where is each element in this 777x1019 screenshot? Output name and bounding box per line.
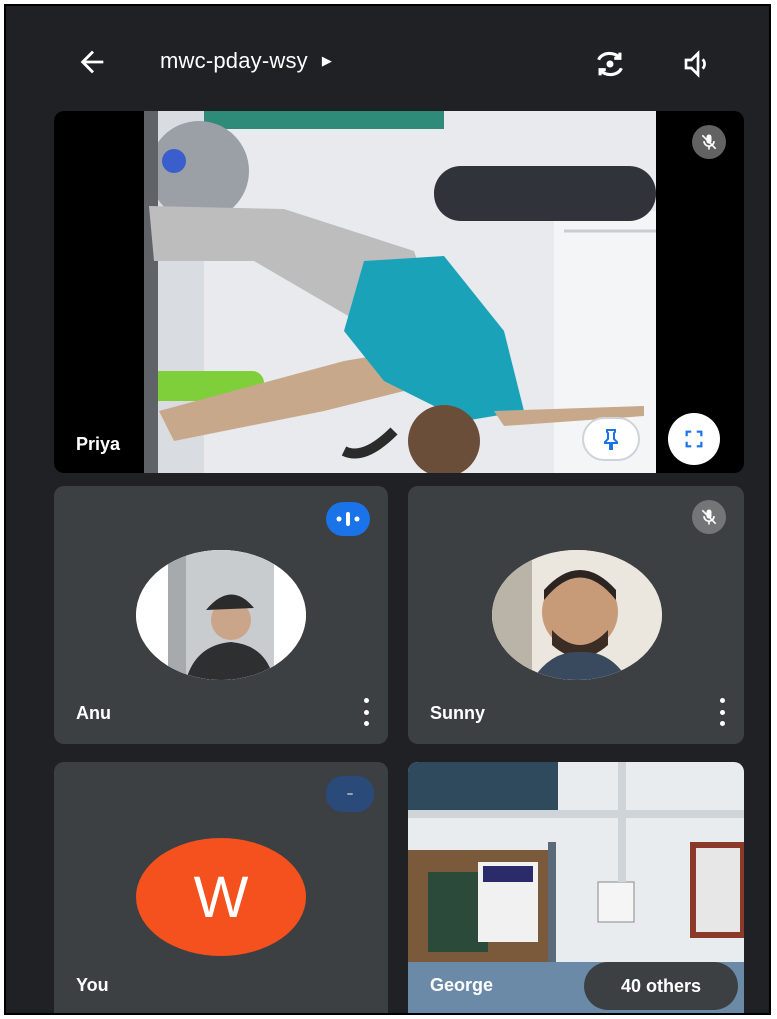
caret-right-icon: ▶ bbox=[321, 53, 332, 68]
speaker-icon bbox=[684, 50, 706, 78]
participant-tile-anu[interactable]: Anu bbox=[54, 486, 388, 744]
arrow-left-icon bbox=[80, 50, 104, 74]
pin-icon bbox=[604, 429, 618, 450]
audio-output-button[interactable] bbox=[674, 40, 722, 88]
participant-name: George bbox=[430, 975, 494, 995]
participant-name: Sunny bbox=[430, 703, 486, 723]
back-button[interactable] bbox=[68, 38, 116, 86]
audio-level-icon bbox=[347, 793, 353, 795]
participant-name: Anu bbox=[76, 703, 111, 723]
participant-name: Priya bbox=[76, 434, 121, 454]
meeting-code: mwc-pday-wsy bbox=[160, 48, 308, 73]
meet-app-window: mwc-pday-wsy ▶ Priya Anu Sunny W You Geo… bbox=[4, 4, 771, 1015]
more-options-button[interactable] bbox=[718, 698, 726, 726]
avatar-photo bbox=[492, 550, 662, 680]
muted-indicator bbox=[692, 125, 726, 159]
avatar bbox=[136, 550, 306, 680]
switch-camera-icon bbox=[597, 51, 623, 77]
meeting-title-button[interactable]: mwc-pday-wsy ▶ bbox=[160, 48, 332, 74]
video-frame bbox=[144, 111, 656, 473]
speaking-indicator bbox=[326, 502, 370, 536]
pin-button[interactable] bbox=[582, 417, 640, 461]
meet-screen: mwc-pday-wsy ▶ Priya Anu Sunny W You Geo… bbox=[20, 18, 757, 1013]
switch-camera-button[interactable] bbox=[586, 40, 634, 88]
audio-indicator bbox=[326, 776, 374, 812]
mic-off-icon bbox=[701, 509, 717, 525]
audio-level-icon bbox=[336, 512, 360, 526]
fullscreen-button[interactable] bbox=[668, 413, 720, 465]
more-options-button[interactable] bbox=[362, 698, 370, 726]
mic-off-icon bbox=[701, 134, 717, 150]
others-count-button[interactable]: 40 others bbox=[584, 962, 738, 1010]
muted-indicator bbox=[692, 500, 726, 534]
participant-tile-main[interactable]: Priya bbox=[54, 111, 744, 473]
participant-tile-george[interactable]: George 40 others bbox=[408, 762, 744, 1013]
avatar: W bbox=[136, 838, 306, 956]
fullscreen-icon bbox=[685, 430, 703, 448]
avatar-photo bbox=[136, 550, 306, 680]
top-bar: mwc-pday-wsy ▶ bbox=[20, 18, 757, 108]
participant-tile-you[interactable]: W You bbox=[54, 762, 388, 1013]
participant-name: You bbox=[76, 975, 109, 995]
participant-tile-sunny[interactable]: Sunny bbox=[408, 486, 744, 744]
participant-video bbox=[144, 111, 656, 473]
avatar bbox=[492, 550, 662, 680]
